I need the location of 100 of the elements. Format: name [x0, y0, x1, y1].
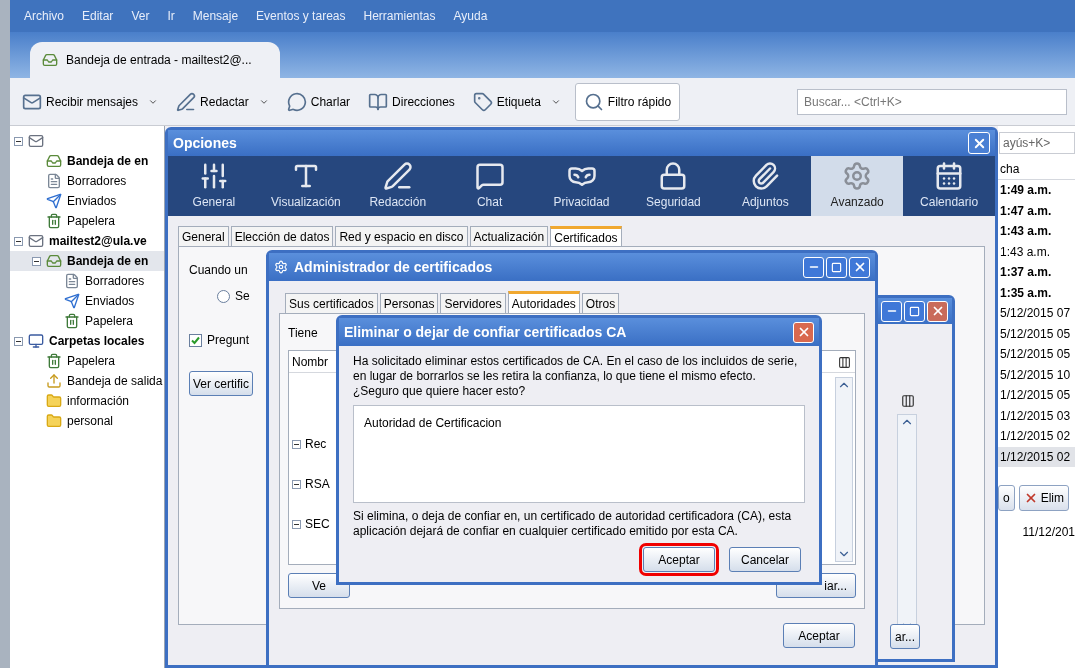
certificate-tab[interactable]: Servidores [440, 293, 506, 313]
column-header[interactable]: Nombr [292, 352, 328, 371]
message-date: 11/12/201 [1021, 524, 1075, 541]
certificate-group[interactable]: SEC [305, 515, 330, 533]
message-date[interactable]: 1:47 a.m. [998, 200, 1075, 221]
search-icon [583, 91, 604, 112]
message-date[interactable]: 5/12/2015 05 [998, 344, 1075, 365]
message-date[interactable]: 1:35 a.m. [998, 282, 1075, 303]
minimize-button[interactable] [803, 256, 824, 278]
category-tab[interactable]: Avanzado [811, 156, 904, 216]
category-tab[interactable]: Chat [443, 156, 536, 216]
certificate-tab[interactable]: Otros [581, 293, 620, 313]
view-certificates-button[interactable]: Ver certific [189, 371, 253, 396]
message-date[interactable]: 1:37 a.m. [998, 262, 1075, 283]
collapse-toggle-icon[interactable] [14, 236, 23, 246]
menu-item[interactable]: Herramientas [363, 7, 436, 25]
settings-tab[interactable]: Red y espacio en disco [335, 226, 468, 246]
folder-row[interactable]: Papelera [10, 211, 164, 231]
message-date[interactable]: 1:49 a.m. [998, 180, 1075, 201]
message-date[interactable]: 5/12/2015 07 [998, 303, 1075, 324]
collapse-toggle-icon[interactable] [14, 336, 23, 346]
settings-tab[interactable]: Certificados [550, 226, 622, 246]
folder-row[interactable]: Enviados [10, 191, 164, 211]
certificate-item[interactable]: Autoridad de Certificacion [364, 414, 794, 432]
mail-tab[interactable]: Bandeja de entrada - mailtest2@... [30, 42, 280, 78]
maximize-button[interactable] [904, 300, 925, 322]
toolbar-button[interactable]: Direcciones [364, 86, 459, 117]
certificate-group[interactable]: RSA [305, 475, 330, 493]
certificate-tab[interactable]: Personas [379, 293, 439, 313]
folder-row[interactable]: Bandeja de salida [10, 371, 164, 391]
message-action-button[interactable]: o [998, 485, 1015, 511]
certificate-group[interactable]: Rec [305, 435, 327, 453]
menu-item[interactable]: Eventos y tareas [256, 7, 346, 25]
filter-field[interactable]: ayús+K> [999, 132, 1075, 154]
toolbar-button[interactable]: Charlar [282, 86, 355, 117]
folder-row[interactable]: personal [10, 411, 164, 431]
menu-item[interactable]: Editar [82, 7, 114, 25]
category-tab[interactable]: Privacidad [535, 156, 628, 216]
close-button[interactable] [849, 256, 870, 278]
category-tab[interactable]: Redacción [351, 156, 444, 216]
checkbox[interactable] [189, 333, 202, 347]
menu-item[interactable]: Archivo [24, 7, 64, 25]
dialog-button[interactable]: ar... [890, 624, 920, 649]
collapse-toggle-icon[interactable] [32, 256, 41, 266]
folder-row[interactable]: Carpetas locales [10, 331, 164, 351]
settings-tab[interactable]: Elección de datos [230, 226, 334, 246]
search-field[interactable]: Buscar... <Ctrl+K> [797, 88, 1067, 115]
settings-tab[interactable]: General [178, 226, 229, 246]
message-action-button[interactable]: Elim [1018, 485, 1070, 511]
folder-row[interactable]: mailtest2@ula.ve [10, 231, 164, 251]
certificate-tab[interactable]: Sus certificados [285, 293, 378, 313]
collapse-toggle-icon[interactable] [292, 519, 301, 529]
close-button[interactable] [968, 132, 990, 154]
dialog-message: Ha solicitado eliminar estos certificados de CA. En el caso de los incluidos de serie, en lugar de borrarlos se les retira la confianza, lo que tiene el mismo efecto. ¿Seguro que quiere hacer esto? [353, 354, 799, 399]
dialog-button[interactable]: Cancelar [729, 547, 801, 572]
accept-button[interactable]: Aceptar [783, 623, 855, 648]
folder-row[interactable]: Papelera [10, 351, 164, 371]
message-date[interactable]: 1/12/2015 02 [998, 426, 1075, 447]
menu-item[interactable]: Mensaje [192, 7, 239, 25]
certificate-tab[interactable]: Autoridades [507, 291, 580, 313]
folder-row[interactable]: Bandeja de en [10, 251, 164, 271]
column-picker-icon[interactable] [901, 394, 915, 408]
menu-item[interactable]: Ayuda [453, 7, 488, 25]
category-tab[interactable]: Calendario [903, 156, 995, 216]
menu-item[interactable]: Ir [167, 7, 175, 25]
folder-row[interactable]: Papelera [10, 311, 164, 331]
category-tab[interactable]: Visualización [259, 156, 352, 216]
message-date[interactable]: 1/12/2015 05 [998, 385, 1075, 406]
category-tab[interactable]: Adjuntos [719, 156, 812, 216]
folder-row[interactable]: Enviados [10, 291, 164, 311]
radio-button[interactable] [217, 289, 230, 303]
collapse-toggle-icon[interactable] [292, 439, 301, 449]
maximize-button[interactable] [826, 256, 847, 278]
message-date[interactable]: 1/12/2015 02 [998, 446, 1075, 467]
message-date[interactable]: 1:43 a.m. [998, 221, 1075, 242]
message-date[interactable]: 5/12/2015 10 [998, 364, 1075, 385]
folder-icon [46, 393, 62, 409]
folder-label: información [67, 393, 130, 410]
message-date[interactable]: 1/12/2015 03 [998, 405, 1075, 426]
folder-row[interactable]: información [10, 391, 164, 411]
collapse-toggle-icon[interactable] [292, 479, 301, 489]
menu-item[interactable]: Ver [131, 7, 150, 25]
settings-icon [842, 161, 873, 191]
collapse-toggle-icon[interactable] [14, 136, 23, 146]
message-date[interactable]: 5/12/2015 05 [998, 323, 1075, 344]
close-button[interactable] [793, 321, 814, 343]
category-tab[interactable]: General [168, 156, 260, 216]
message-date[interactable]: 1:43 a.m. [998, 241, 1075, 262]
folder-row[interactable]: Borradores [10, 171, 164, 191]
quick-filter-button[interactable]: Filtro rápido [574, 82, 681, 121]
settings-tab[interactable]: Actualización [469, 226, 549, 246]
toolbar-button[interactable]: Redactar [172, 86, 273, 117]
column-picker-icon[interactable] [838, 356, 851, 369]
folder-row[interactable]: Bandeja de en [10, 151, 164, 171]
toolbar-button[interactable]: Recibir mensajes [18, 86, 163, 117]
close-button[interactable] [927, 300, 948, 322]
minimize-button[interactable] [881, 300, 902, 322]
folder-row[interactable]: Borradores [10, 271, 164, 291]
toolbar-button[interactable]: Etiqueta [468, 86, 565, 117]
category-tab[interactable]: Seguridad [627, 156, 720, 216]
